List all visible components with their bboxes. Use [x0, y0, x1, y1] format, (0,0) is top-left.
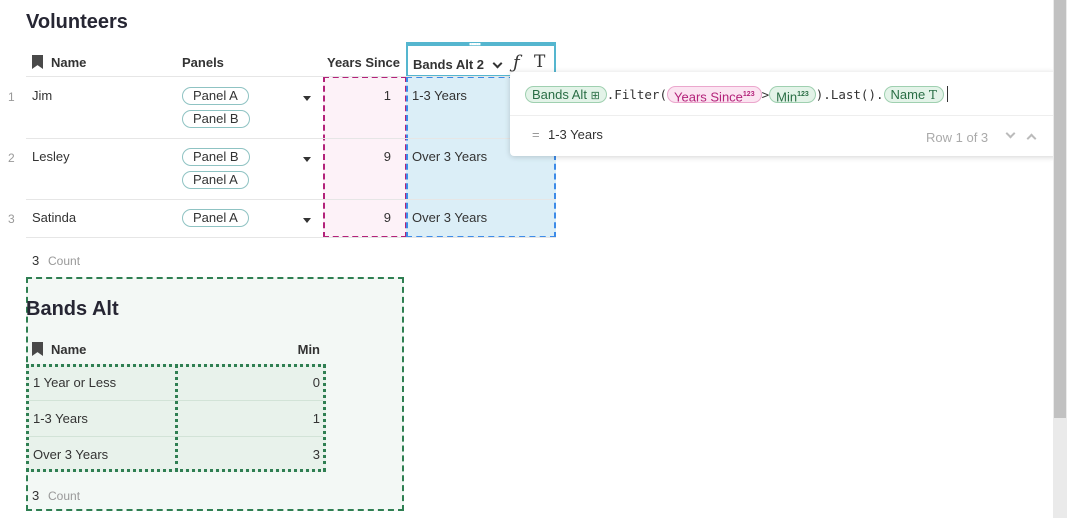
dropdown-caret-icon[interactable]	[303, 96, 311, 101]
panel-chip[interactable]: Panel B	[182, 148, 250, 166]
row-divider	[26, 199, 556, 200]
cell-min[interactable]: 0	[260, 375, 320, 390]
formula-input[interactable]: Bands Alt ⊞ .Filter(Years Since123 > Min123…	[525, 85, 948, 104]
col-header-min[interactable]: Min	[260, 342, 320, 357]
cell-bands-alt-2[interactable]: Over 3 Years	[412, 210, 487, 225]
panel-chip[interactable]: Panel A	[182, 87, 249, 105]
formula-editor[interactable]: Bands Alt ⊞ .Filter(Years Since123 > Min123…	[510, 72, 1058, 156]
formula-token-table[interactable]: Bands Alt ⊞	[525, 85, 607, 103]
row-divider	[29, 400, 323, 401]
footer-count-label[interactable]: Count	[48, 489, 80, 503]
table-icon: ⊞	[590, 89, 600, 102]
formula-token-years-since[interactable]: Years Since123	[667, 85, 762, 104]
text-cursor	[946, 86, 948, 103]
panel-chip[interactable]: Panel A	[182, 209, 249, 227]
row-number: 2	[8, 151, 15, 165]
cell-name[interactable]: Lesley	[32, 149, 70, 164]
footer-count: 3	[32, 488, 40, 503]
cell-name[interactable]: Satinda	[32, 210, 76, 225]
dropdown-caret-icon[interactable]	[303, 218, 311, 223]
formula-code: .Filter(	[606, 86, 667, 102]
col-header-bands-alt-2-label: Bands Alt 2	[413, 57, 485, 72]
drag-handle-icon[interactable]: ▪▪▪▪▪	[469, 40, 481, 49]
cell-bands-alt-2[interactable]: Over 3 Years	[412, 149, 487, 164]
chevron-up-icon[interactable]	[1026, 133, 1037, 144]
cell-name[interactable]: Over 3 Years	[33, 447, 108, 462]
cell-name[interactable]: 1 Year or Less	[33, 375, 116, 390]
footer-count-label[interactable]: Count	[48, 254, 80, 268]
col-header-name[interactable]: Name	[32, 55, 86, 70]
row-divider	[26, 237, 556, 238]
formula-token-name[interactable]: Name T	[883, 85, 944, 103]
cell-bands-alt-2[interactable]: 1-3 Years	[412, 88, 467, 103]
panel-chip[interactable]: Panel A	[182, 171, 249, 189]
bookmark-icon	[32, 342, 43, 356]
row-number: 3	[8, 212, 15, 226]
result-equals: =	[532, 127, 540, 142]
cell-name[interactable]: 1-3 Years	[33, 411, 88, 426]
row-indicator: Row 1 of 3	[926, 130, 989, 145]
footer-count: 3	[32, 253, 40, 268]
formula-code: ).Last().	[815, 86, 884, 102]
bookmark-icon	[32, 55, 43, 69]
formula-result: 1-3 Years	[548, 127, 603, 142]
formula-icon[interactable]: ƒ	[513, 52, 520, 73]
formula-token-min[interactable]: Min123	[769, 85, 816, 104]
col-header-panels[interactable]: Panels	[182, 55, 224, 70]
cell-years-since[interactable]: 9	[325, 149, 391, 164]
cell-min[interactable]: 1	[260, 411, 320, 426]
cell-years-since[interactable]: 1	[325, 88, 391, 103]
numeric-type-icon: 123	[742, 90, 755, 98]
header-divider	[26, 76, 556, 77]
dropdown-caret-icon[interactable]	[303, 157, 311, 162]
cell-name[interactable]: Jim	[32, 88, 52, 103]
col-header-name-label: Name	[51, 342, 87, 357]
col-header-name[interactable]: Name	[32, 342, 86, 357]
formula-divider	[510, 115, 1058, 116]
cell-years-since[interactable]: 9	[325, 210, 391, 225]
numeric-type-icon: 123	[797, 90, 809, 98]
chevron-down-icon[interactable]	[492, 58, 503, 69]
row-number: 1	[8, 90, 15, 104]
row-divider	[29, 436, 323, 437]
col-header-years-since[interactable]: Years Since	[322, 55, 400, 70]
text-type-icon[interactable]: T	[534, 52, 545, 72]
chevron-down-icon[interactable]	[1005, 128, 1016, 139]
volunteers-title: Volunteers	[26, 11, 128, 33]
bands-alt-title: Bands Alt	[26, 298, 119, 320]
formula-code: >	[761, 86, 770, 102]
panel-chip[interactable]: Panel B	[182, 110, 250, 128]
row-divider	[26, 138, 556, 139]
text-type-icon: T	[928, 87, 937, 102]
cell-min[interactable]: 3	[260, 447, 320, 462]
col-header-name-label: Name	[51, 55, 87, 70]
scrollbar-thumb[interactable]	[1054, 0, 1066, 418]
